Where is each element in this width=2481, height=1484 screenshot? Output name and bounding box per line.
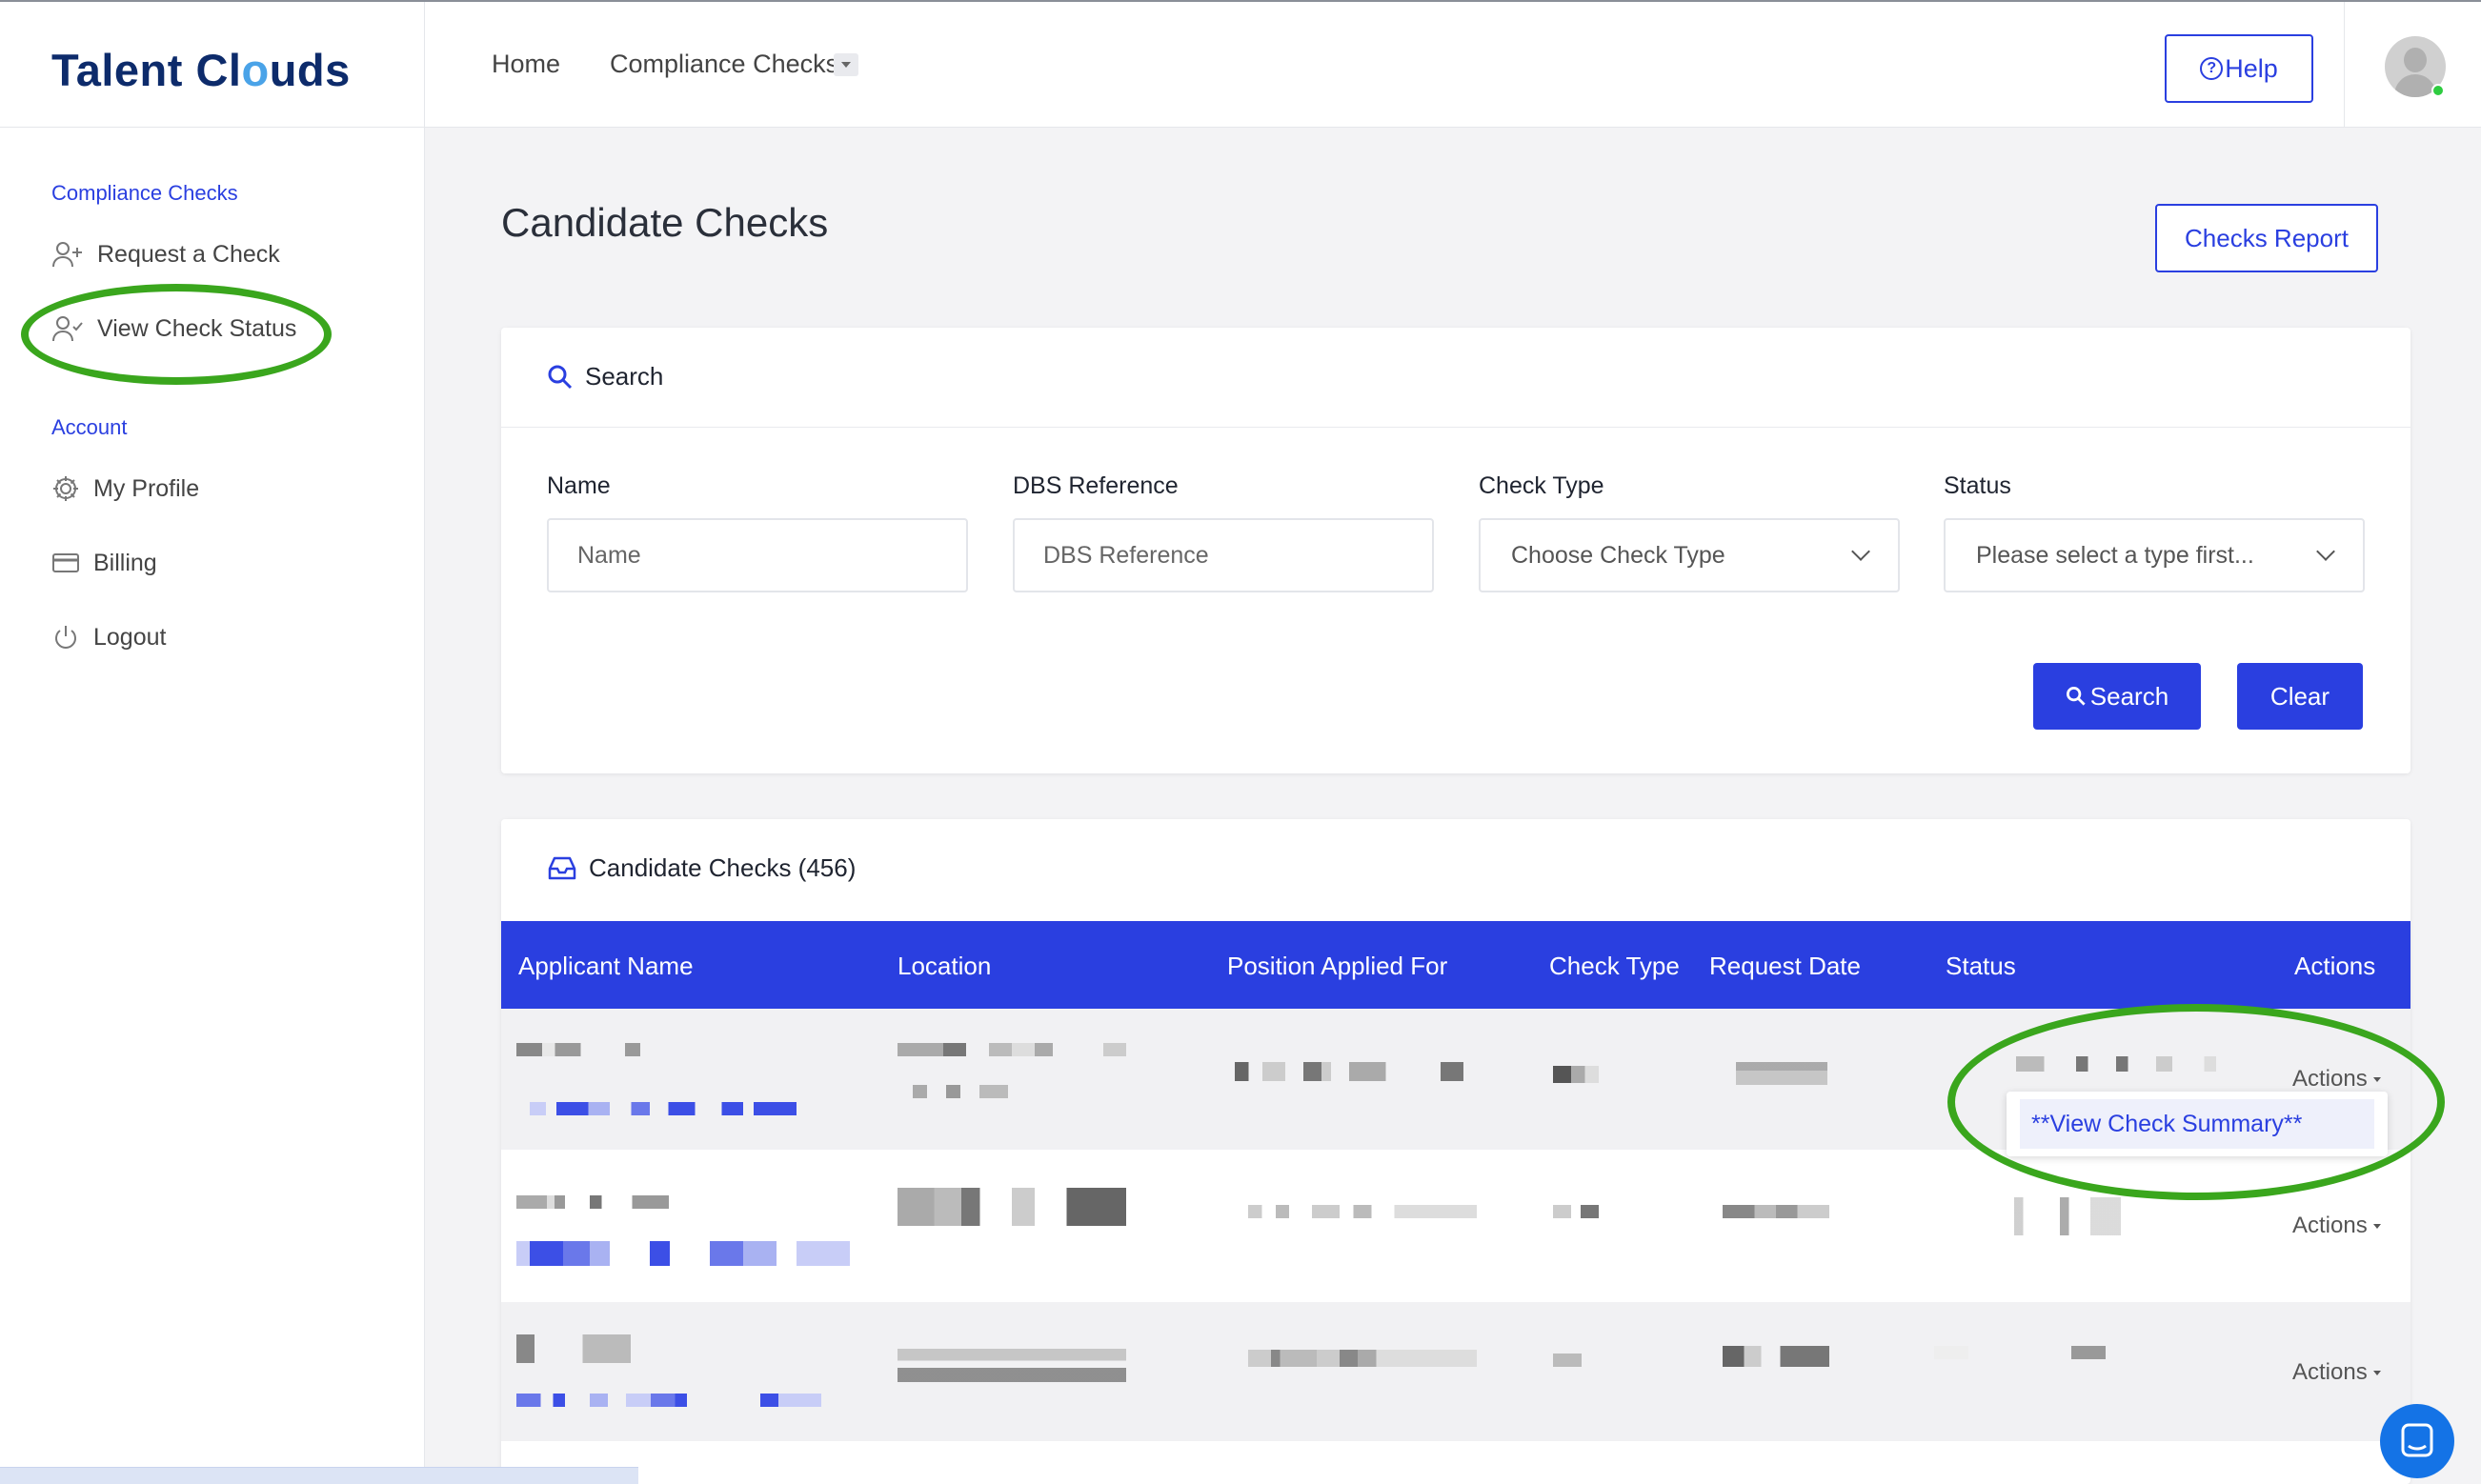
sidebar-item-label: My Profile	[93, 474, 200, 502]
help-button[interactable]: ? Help	[2165, 34, 2313, 103]
sidebar-item-label: Request a Check	[97, 240, 280, 268]
user-plus-icon	[52, 242, 82, 268]
column-header-request-date[interactable]: Request Date	[1709, 952, 1861, 981]
redacted-text	[898, 1043, 1126, 1056]
row-actions-dropdown[interactable]: Actions	[2292, 1213, 2381, 1239]
chat-launcher-button[interactable]	[2380, 1404, 2454, 1478]
dbs-reference-label: DBS Reference	[1013, 472, 1179, 499]
search-icon	[548, 365, 573, 389]
name-input[interactable]	[547, 518, 968, 592]
redacted-text	[898, 1334, 1126, 1382]
chevron-down-icon	[1851, 542, 1870, 561]
power-icon	[55, 626, 76, 649]
redacted-text	[1723, 1205, 1829, 1218]
nav-home-link[interactable]: Home	[492, 50, 560, 79]
table-header: Applicant Name Location Position Applied…	[501, 921, 2410, 1009]
redacted-text	[1968, 1197, 2121, 1235]
chevron-down-icon	[2316, 542, 2335, 561]
table-card-header: Candidate Checks (456)	[547, 853, 856, 883]
column-header-position[interactable]: Position Applied For	[1227, 952, 1447, 981]
status-label: Status	[1944, 472, 2011, 499]
search-icon	[2066, 686, 2086, 706]
redacted-text	[913, 1085, 1008, 1098]
status-select[interactable]: Please select a type first...	[1944, 518, 2365, 592]
sidebar-item-my-profile[interactable]: My Profile	[51, 474, 199, 503]
chat-icon	[2401, 1423, 2433, 1457]
redacted-text	[1553, 1205, 1599, 1218]
chevron-down-icon[interactable]	[834, 53, 858, 76]
column-header-location[interactable]: Location	[898, 952, 991, 981]
redacted-text	[516, 1043, 602, 1056]
column-header-status[interactable]: Status	[1946, 952, 2016, 981]
sidebar-item-label: Billing	[93, 549, 157, 576]
highlight-ring-sidebar	[21, 284, 332, 385]
sidebar-item-label: Logout	[93, 623, 167, 651]
check-type-select[interactable]: Choose Check Type	[1479, 518, 1900, 592]
top-header: Talent Clouds Home Compliance Checks ? He…	[0, 0, 2481, 128]
redacted-text	[1553, 1066, 1599, 1083]
search-card-header: Search	[547, 362, 663, 391]
redacted-text	[1723, 1346, 1829, 1367]
sidebar-item-billing[interactable]: Billing	[51, 549, 157, 577]
search-card: Search Name DBS Reference Check Type Cho…	[501, 328, 2410, 773]
user-menu	[2344, 2, 2481, 128]
redacted-link[interactable]	[516, 1241, 850, 1266]
online-status-dot	[2431, 84, 2445, 97]
redacted-text	[516, 1195, 669, 1209]
clear-button[interactable]: Clear	[2237, 663, 2363, 730]
app-logo[interactable]: Talent Clouds	[51, 44, 351, 96]
sidebar-item-request-check[interactable]: Request a Check	[51, 240, 280, 269]
credit-card-icon	[52, 553, 79, 572]
logo-area: Talent Clouds	[0, 2, 425, 128]
redacted-text	[898, 1188, 1126, 1226]
redacted-text	[1248, 1205, 1477, 1218]
sidebar-item-logout[interactable]: Logout	[51, 623, 166, 652]
checks-report-button[interactable]: Checks Report	[2155, 204, 2378, 272]
gear-icon	[53, 476, 78, 501]
dbs-reference-input[interactable]	[1013, 518, 1434, 592]
browser-status-bar	[0, 1467, 638, 1484]
column-header-actions: Actions	[2294, 952, 2376, 980]
sidebar-section-compliance: Compliance Checks	[51, 181, 238, 205]
redacted-text	[1553, 1354, 1582, 1367]
nav-compliance-checks-link[interactable]: Compliance Checks	[610, 50, 838, 79]
redacted-text	[516, 1334, 631, 1363]
table-row[interactable]: Actions	[501, 1302, 2410, 1441]
redacted-text	[625, 1043, 640, 1056]
redacted-text	[1934, 1346, 2106, 1359]
redacted-text	[1736, 1056, 1827, 1085]
redacted-text	[1248, 1350, 1477, 1367]
inbox-icon	[548, 856, 576, 879]
name-label: Name	[547, 472, 611, 499]
column-header-applicant-name[interactable]: Applicant Name	[518, 952, 694, 981]
redacted-link[interactable]	[516, 1394, 821, 1407]
check-type-label: Check Type	[1479, 472, 1604, 499]
row-actions-dropdown[interactable]: Actions	[2292, 1359, 2381, 1386]
page-title: Candidate Checks	[501, 200, 829, 245]
sidebar-section-account: Account	[51, 415, 128, 439]
redacted-text	[1235, 1062, 1463, 1081]
column-header-check-type[interactable]: Check Type	[1549, 952, 1680, 981]
divider	[501, 427, 2410, 428]
redacted-link[interactable]	[530, 1102, 797, 1115]
highlight-ring-dropdown	[1947, 1004, 2445, 1200]
question-icon: ?	[2200, 57, 2224, 80]
search-button[interactable]: Search	[2033, 663, 2201, 730]
